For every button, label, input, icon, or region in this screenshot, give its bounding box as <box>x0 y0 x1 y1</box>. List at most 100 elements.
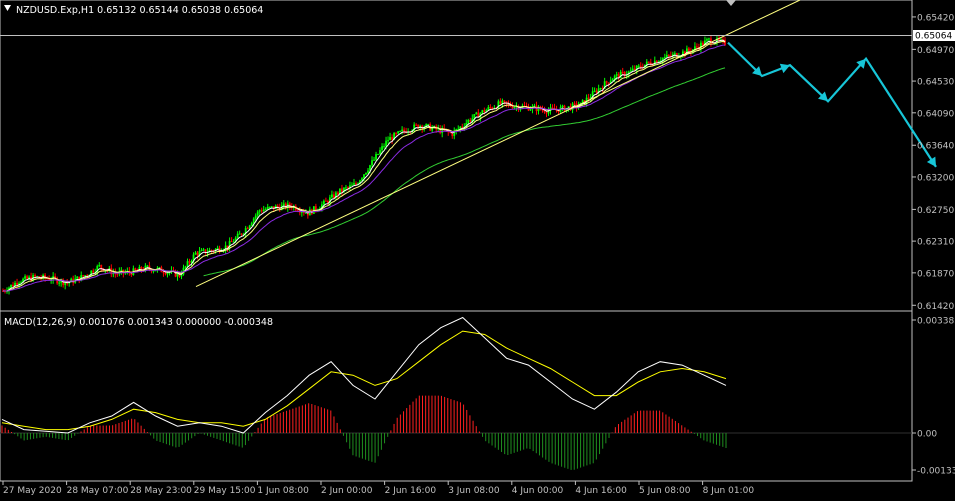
x-tick-label: 28 May 23:00 <box>130 486 192 496</box>
trading-chart-window: 0.65420 0.64970 0.64530 0.64090 0.63640 0.632… <box>0 0 955 497</box>
y-tick-label: 0.61870 <box>917 269 954 279</box>
candle-body <box>615 74 618 76</box>
candle-body <box>282 203 285 206</box>
candle-body <box>469 119 472 122</box>
candle-body <box>202 249 205 251</box>
candle-body <box>254 215 257 219</box>
candle-body <box>639 65 642 68</box>
candle-body <box>487 107 490 110</box>
y-tick-label: 0.64970 <box>917 46 954 56</box>
y-tick-label: 0.65420 <box>917 13 954 23</box>
candle-body <box>322 200 325 205</box>
candle-body <box>300 211 303 213</box>
candle-body <box>621 71 624 73</box>
macd-tick-label: 0.00 <box>917 430 937 440</box>
candle-body <box>341 188 343 192</box>
candle-body <box>461 126 464 128</box>
candle-body <box>399 131 401 133</box>
candle-body <box>573 103 576 105</box>
candle-body <box>647 61 650 63</box>
candle-body <box>387 140 389 142</box>
candle-body <box>26 276 28 279</box>
candle-body <box>250 223 253 226</box>
y-tick-label: 0.62750 <box>917 206 954 216</box>
macd-label: MACD(12,26,9) 0.001076 0.001343 0.000000… <box>4 317 273 328</box>
candle-body <box>696 46 698 48</box>
y-tick-label: 0.64090 <box>917 109 954 119</box>
chart-canvas[interactable]: 0.65420 0.64970 0.64530 0.64090 0.63640 0.632… <box>0 0 955 497</box>
candle-body <box>12 284 14 287</box>
candle-body <box>353 183 355 185</box>
candle-body <box>256 211 259 216</box>
candle-body <box>246 228 249 230</box>
candle-body <box>337 192 339 195</box>
candle-body <box>467 119 470 123</box>
candle-body <box>34 275 36 277</box>
candle-body <box>266 206 269 210</box>
candle-body <box>260 210 263 212</box>
y-tick-label: 0.64530 <box>917 78 954 88</box>
candle-body <box>529 109 532 111</box>
candle-body <box>16 282 18 285</box>
candle-body <box>481 110 484 114</box>
candle-body <box>186 261 189 267</box>
candle-body <box>314 206 317 211</box>
candle-body <box>605 81 608 83</box>
candle-body <box>702 42 704 46</box>
candle-body <box>184 266 187 268</box>
candle-body <box>304 212 307 214</box>
candle-body <box>240 233 243 235</box>
candle-body <box>379 150 381 155</box>
macd-tick-label: -0.001335 <box>917 467 955 477</box>
candle-body <box>395 133 397 135</box>
candle-body <box>200 249 203 252</box>
candle-body <box>116 273 119 275</box>
candle-body <box>188 261 191 263</box>
candle-body <box>10 284 12 288</box>
x-tick-label: 2 Jun 16:00 <box>385 486 437 496</box>
y-tick-label: 0.63200 <box>917 173 954 183</box>
candle-body <box>324 200 327 202</box>
candle-body <box>483 110 486 113</box>
candle-body <box>427 124 430 126</box>
candle-body <box>561 105 564 108</box>
candle-body <box>100 264 103 269</box>
candle-body <box>92 270 95 273</box>
candle-body <box>363 174 365 179</box>
candle-body <box>381 146 383 151</box>
candle-body <box>551 107 554 109</box>
candle-body <box>383 146 385 148</box>
candle-body <box>475 112 478 115</box>
candle-body <box>371 160 373 166</box>
macd-tick-label: 0.003385 <box>917 317 955 327</box>
candle-body <box>230 241 233 243</box>
candle-body <box>180 274 183 277</box>
candle-body <box>351 184 353 186</box>
candle-body <box>345 187 347 189</box>
symbol-label: NZDUSD.Exp,H1 0.65132 0.65144 0.65038 0.… <box>16 5 263 16</box>
candle-body <box>236 233 239 238</box>
candle-body <box>194 252 197 255</box>
x-tick-label: 2 Jun 00:00 <box>321 486 373 496</box>
candle-body <box>258 210 261 212</box>
candle-body <box>637 65 640 67</box>
candle-body <box>499 101 502 104</box>
candle-body <box>629 70 632 72</box>
candle-body <box>595 90 598 93</box>
candle-body <box>611 78 614 81</box>
candle-body <box>665 54 668 58</box>
x-tick-label: 28 May 07:00 <box>67 486 129 496</box>
candle-body <box>166 272 169 275</box>
current-price-label: 0.65064 <box>915 32 952 42</box>
candle-body <box>146 265 149 267</box>
candle-body <box>581 100 584 103</box>
candle-body <box>401 129 404 132</box>
x-tick-label: 4 Jun 00:00 <box>512 486 564 496</box>
candle-body <box>403 129 406 132</box>
candle-body <box>667 54 670 56</box>
candle-body <box>599 88 602 90</box>
candle-body <box>276 205 279 208</box>
candle-body <box>375 154 377 160</box>
candle-body <box>613 75 616 79</box>
candle-body <box>663 57 666 59</box>
